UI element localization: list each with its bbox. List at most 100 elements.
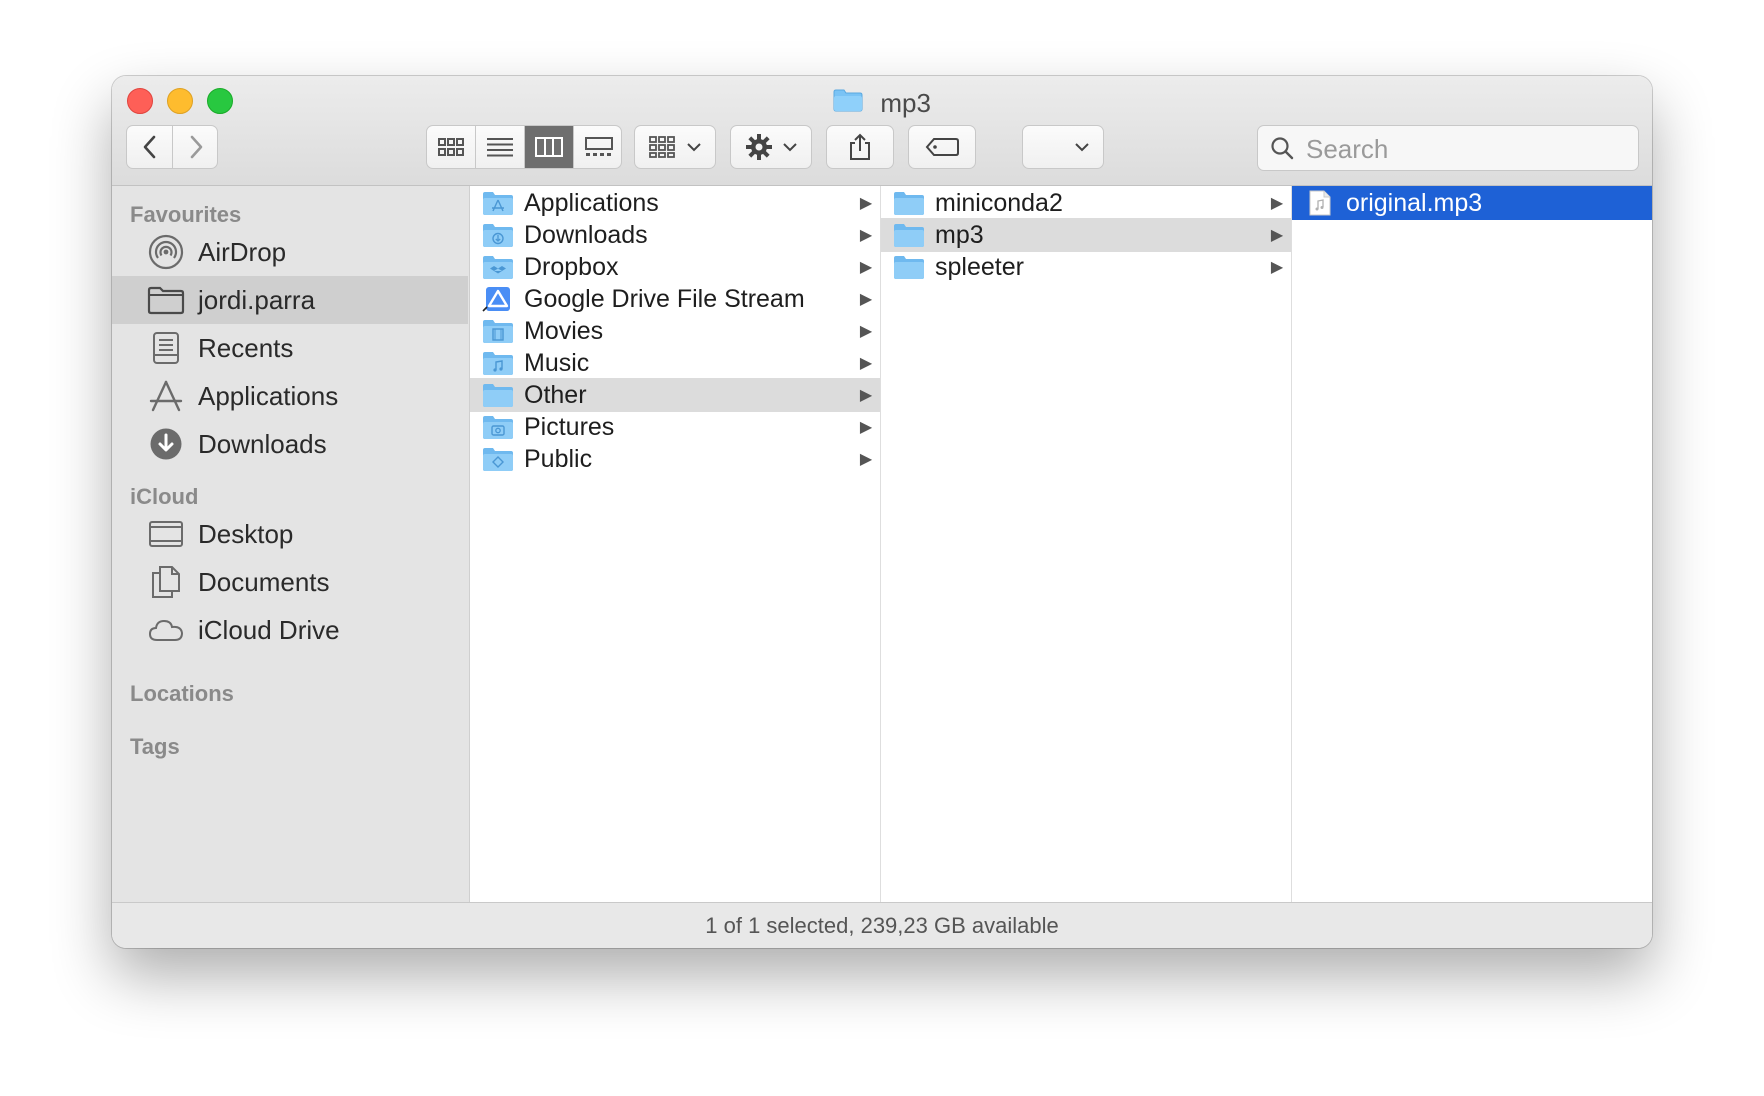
list-item[interactable]: Downloads ▶: [470, 218, 880, 252]
list-item[interactable]: Pictures ▶: [470, 410, 880, 444]
disclosure-arrow-icon: ▶: [859, 451, 873, 468]
section-header-icloud: iCloud: [130, 484, 199, 509]
tags-button[interactable]: [908, 125, 976, 169]
sidebar-item-label: Recents: [198, 332, 294, 363]
item-label: mp3: [935, 220, 984, 249]
search-icon: [1271, 137, 1294, 160]
share-button[interactable]: [826, 125, 894, 169]
documents-icon: [146, 562, 186, 602]
disclosure-arrow-icon: ▶: [859, 355, 873, 372]
applications-icon: [146, 376, 186, 416]
sidebar-item-icloud-drive[interactable]: iCloud Drive: [112, 606, 468, 654]
item-label: Dropbox: [524, 252, 619, 281]
sidebar-item-desktop[interactable]: Desktop: [112, 510, 468, 558]
sidebar-item-label: iCloud Drive: [198, 614, 340, 645]
downloads-icon: [146, 424, 186, 464]
list-view-button[interactable]: [476, 126, 525, 168]
search-input[interactable]: [1304, 132, 1628, 166]
folder-icon: [894, 256, 924, 279]
folder-icon: [483, 384, 513, 407]
list-item[interactable]: original.mp3: [1292, 186, 1652, 220]
sidebar: Favourites AirDrop jordi.parra Recents A…: [112, 186, 470, 902]
sidebar-item-label: Documents: [198, 566, 330, 597]
section-header-locations[interactable]: Locations: [130, 681, 234, 707]
sidebar-item-downloads[interactable]: Downloads: [112, 420, 468, 468]
sidebar-item-jordi-parra[interactable]: jordi.parra: [112, 276, 468, 324]
list-item[interactable]: Other ▶: [470, 378, 880, 412]
list-item[interactable]: Movies ▶: [470, 314, 880, 348]
disclosure-arrow-icon: ▶: [859, 195, 873, 212]
group-by-button[interactable]: [634, 125, 716, 169]
disclosure-arrow-icon: ▶: [859, 291, 873, 308]
disclosure-arrow-icon: ▶: [1270, 259, 1284, 276]
audio-file-icon: [1309, 190, 1331, 216]
google-drive-icon: [482, 287, 510, 312]
chevron-down-icon: [1075, 143, 1089, 152]
pictures-folder-icon: [483, 416, 513, 439]
toolbar: mp3: [112, 76, 1652, 186]
list-item[interactable]: Google Drive File Stream ▶: [470, 282, 880, 316]
gallery-view-button[interactable]: [574, 126, 623, 168]
columns-icon: [535, 137, 563, 157]
airdrop-icon: [146, 232, 186, 272]
forward-button[interactable]: [173, 126, 219, 168]
sidebar-item-airdrop[interactable]: AirDrop: [112, 228, 468, 276]
chevron-down-icon: [783, 143, 797, 152]
list-item[interactable]: Dropbox ▶: [470, 250, 880, 284]
icon-view-button[interactable]: [427, 126, 476, 168]
sidebar-item-label: Applications: [198, 380, 339, 411]
window-title: mp3: [112, 84, 1652, 118]
item-label: Pictures: [524, 412, 615, 441]
sidebar-item-label: Downloads: [198, 428, 327, 459]
chevron-down-icon: [687, 143, 701, 152]
applications-folder-icon: [483, 192, 513, 215]
tag-icon: [925, 138, 959, 156]
sidebar-item-label: Desktop: [198, 518, 294, 549]
disclosure-arrow-icon: ▶: [1270, 195, 1284, 212]
action-menu-button[interactable]: [730, 125, 812, 169]
recents-icon: [146, 328, 186, 368]
section-header-favourites: Favourites: [130, 202, 242, 227]
list-item[interactable]: Public ▶: [470, 442, 880, 476]
list-item[interactable]: miniconda2 ▶: [881, 186, 1291, 220]
gallery-icon: [584, 137, 613, 156]
status-bar: 1 of 1 selected, 239,23 GB available: [112, 902, 1652, 948]
back-button[interactable]: [127, 126, 173, 168]
column-view-button[interactable]: [525, 126, 574, 168]
gear-icon: [746, 134, 772, 160]
item-label: Movies: [524, 316, 604, 345]
grid-icon: [438, 138, 464, 156]
item-label: spleeter: [935, 252, 1024, 281]
arrange-dropdown[interactable]: [1022, 125, 1104, 169]
cloud-icon: [146, 610, 186, 650]
sidebar-item-applications[interactable]: Applications: [112, 372, 468, 420]
search-field[interactable]: [1257, 125, 1639, 171]
desktop-icon: [146, 514, 186, 554]
list-item[interactable]: mp3 ▶: [881, 218, 1291, 252]
movies-folder-icon: [483, 320, 513, 343]
finder-window: mp3 Search Favourites AirDrop jordi.parr…: [112, 76, 1652, 948]
disclosure-arrow-icon: ▶: [859, 259, 873, 276]
home-folder-icon: [146, 280, 186, 320]
chevron-left-icon: [143, 135, 155, 159]
folder-icon: [833, 86, 863, 120]
folder-icon: [894, 192, 924, 215]
disclosure-arrow-icon: ▶: [859, 419, 873, 436]
item-label: original.mp3: [1346, 188, 1483, 217]
list-item[interactable]: Applications ▶: [470, 186, 880, 220]
browser-column-1: Applications ▶ Downloads ▶ Dropbox ▶ Goo…: [470, 186, 881, 902]
dropbox-folder-icon: [483, 256, 513, 279]
group-icon: [649, 136, 675, 158]
sidebar-item-documents[interactable]: Documents: [112, 558, 468, 606]
section-header-tags[interactable]: Tags: [130, 734, 180, 760]
item-label: Other: [524, 380, 587, 409]
item-label: Downloads: [524, 220, 648, 249]
browser-column-3: original.mp3: [1292, 186, 1652, 902]
folder-icon: [894, 224, 924, 247]
disclosure-arrow-icon: ▶: [859, 387, 873, 404]
list-item[interactable]: Music ▶: [470, 346, 880, 380]
item-label: miniconda2: [935, 188, 1063, 217]
list-item[interactable]: spleeter ▶: [881, 250, 1291, 284]
sidebar-item-recents[interactable]: Recents: [112, 324, 468, 372]
list-icon: [487, 138, 513, 157]
